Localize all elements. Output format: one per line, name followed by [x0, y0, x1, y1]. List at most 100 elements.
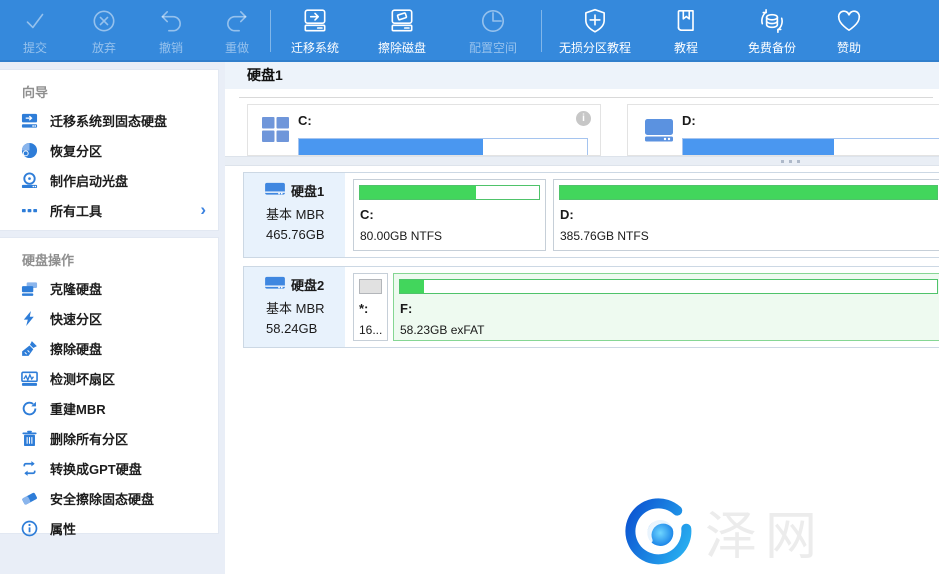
volume-usage-bar	[682, 138, 939, 156]
undo-button[interactable]: 撤销	[138, 0, 204, 62]
partition-d[interactable]: D: 385.76GB NTFS	[553, 179, 939, 251]
partition-usage-bar	[359, 279, 382, 294]
tab-disk1[interactable]: 硬盘1	[225, 62, 283, 88]
wipe-disk-label: 擦除磁盘	[378, 39, 426, 56]
partition-tutorial-button[interactable]: 无损分区教程	[542, 0, 648, 62]
sidebar-item-delete-all-partitions[interactable]: 删除所有分区	[0, 423, 218, 453]
sidebar-item-label: 删除所有分区	[50, 429, 128, 448]
watermark-logo-icon	[625, 497, 695, 567]
wipe-disk-button[interactable]: 擦除磁盘	[359, 0, 445, 62]
delete-partitions-icon	[21, 430, 38, 447]
partition-info: 385.76GB NTFS	[560, 229, 649, 243]
volume-usage-fill	[299, 139, 483, 156]
wipe-drive-icon	[21, 340, 38, 357]
partition-usage-fill	[360, 280, 381, 293]
discard-button[interactable]: 放弃	[70, 0, 138, 62]
secure-erase-icon	[21, 490, 38, 507]
sidebar-item-convert-gpt[interactable]: 转换成GPT硬盘	[0, 453, 218, 483]
sidebar-item-migrate-ssd[interactable]: 迁移系统到固态硬盘	[0, 105, 218, 135]
partition-letter: *:	[359, 301, 368, 316]
boot-disc-icon	[21, 172, 38, 189]
sidebar-item-all-tools[interactable]: 所有工具 ›	[0, 195, 218, 225]
discard-label: 放弃	[92, 39, 116, 56]
sponsor-button[interactable]: 赞助	[820, 0, 878, 62]
partition-unlabeled[interactable]: *: 16...	[353, 273, 388, 341]
main-area: 硬盘1 C: i D:	[225, 62, 939, 574]
sidebar-item-recover-partition[interactable]: 恢复分区	[0, 135, 218, 165]
commit-check-icon	[21, 6, 49, 36]
rebuild-mbr-icon	[21, 400, 38, 417]
redo-label: 重做	[225, 39, 249, 56]
partition-info: 80.00GB NTFS	[360, 229, 442, 243]
all-tools-icon	[21, 202, 38, 219]
sidebar-item-bad-sector[interactable]: 检测坏扇区	[0, 363, 218, 393]
disk-name: 硬盘1	[291, 181, 324, 200]
clone-disk-icon	[21, 280, 38, 297]
sidebar-item-properties[interactable]: 属性	[0, 513, 218, 543]
sidebar-item-quick-partition[interactable]: 快速分区	[0, 303, 218, 333]
sidebar-header-wizard: 向导	[0, 70, 218, 105]
volume-usage-fill	[683, 139, 834, 156]
disk-row-2[interactable]: 硬盘2 基本 MBR 58.24GB *: 16... F: 58.23GB e…	[243, 266, 939, 348]
sidebar-item-label: 所有工具	[50, 201, 102, 220]
disk1-info-panel[interactable]: 硬盘1 基本 MBR 465.76GB	[244, 173, 345, 257]
disk-size: 58.24GB	[256, 321, 345, 336]
free-backup-icon	[758, 6, 786, 36]
sidebar-item-label: 制作启动光盘	[50, 171, 128, 190]
disk2-info-panel[interactable]: 硬盘2 基本 MBR 58.24GB	[244, 267, 345, 347]
redo-button[interactable]: 重做	[204, 0, 270, 62]
discard-icon	[90, 6, 118, 36]
allocate-space-button[interactable]: 配置空间	[445, 0, 541, 62]
properties-icon	[21, 520, 38, 537]
disk-tab-strip: 硬盘1	[225, 62, 939, 89]
recover-partition-icon	[21, 142, 38, 159]
sidebar-item-boot-disc[interactable]: 制作启动光盘	[0, 165, 218, 195]
volume-usage-bar	[298, 138, 588, 156]
sponsor-icon	[835, 6, 863, 36]
sidebar-item-label: 转换成GPT硬盘	[50, 459, 142, 478]
sidebar-section-disk-operations: 硬盘操作 克隆硬盘 快速分区 擦除硬盘 检测坏扇区 重建MBR 删除所有分区 转…	[0, 238, 218, 533]
volume-card-c[interactable]: C: i	[247, 104, 601, 156]
disk-row-1[interactable]: 硬盘1 基本 MBR 465.76GB C: 80.00GB NTFS D: 3…	[243, 172, 939, 258]
migrate-system-icon	[301, 6, 329, 36]
disk-type: 基本 MBR	[256, 204, 345, 223]
disk-name: 硬盘2	[291, 275, 324, 294]
sidebar-item-secure-erase[interactable]: 安全擦除固态硬盘	[0, 483, 218, 513]
windows-logo-icon	[262, 117, 289, 142]
partition-info: 16...	[359, 323, 382, 337]
partition-letter: C:	[360, 207, 374, 222]
volume-letter: D:	[682, 113, 696, 128]
tutorial-button[interactable]: 教程	[648, 0, 724, 62]
partition-c[interactable]: C: 80.00GB NTFS	[353, 179, 546, 251]
partition-tutorial-icon	[581, 6, 609, 36]
free-backup-button[interactable]: 免费备份	[724, 0, 820, 62]
sidebar-item-rebuild-mbr[interactable]: 重建MBR	[0, 393, 218, 423]
toolbar: 提交 放弃 撤销 重做 迁移系统 擦除磁盘 配置空间 无损分区教程 教程 免费备…	[0, 0, 939, 62]
volume-card-d[interactable]: D:	[627, 104, 939, 156]
panel-splitter[interactable]	[225, 156, 939, 166]
free-backup-label: 免费备份	[748, 39, 796, 56]
disk-icon	[264, 182, 286, 200]
partition-usage-fill	[360, 186, 476, 199]
wipe-disk-icon	[388, 6, 416, 36]
partition-f-selected[interactable]: F: 58.23GB exFAT	[393, 273, 939, 341]
migrate-system-button[interactable]: 迁移系统	[271, 0, 359, 62]
partition-letter: D:	[560, 207, 574, 222]
disk-type: 基本 MBR	[256, 298, 345, 317]
sidebar-item-clone-disk[interactable]: 克隆硬盘	[0, 273, 218, 303]
info-icon[interactable]: i	[576, 111, 591, 126]
partition-letter: F:	[400, 301, 412, 316]
sidebar: 向导 迁移系统到固态硬盘 恢复分区 制作启动光盘 所有工具 › 硬盘操作 克隆硬…	[0, 62, 225, 574]
divider	[239, 97, 933, 98]
bad-sector-icon	[21, 370, 38, 387]
commit-button[interactable]: 提交	[0, 0, 70, 62]
sidebar-item-wipe-drive[interactable]: 擦除硬盘	[0, 333, 218, 363]
sidebar-item-label: 恢复分区	[50, 141, 102, 160]
sidebar-item-label: 检测坏扇区	[50, 369, 115, 388]
partition-tutorial-label: 无损分区教程	[559, 39, 631, 56]
sidebar-item-label: 克隆硬盘	[50, 279, 102, 298]
watermark-text: 泽网	[705, 494, 825, 569]
sidebar-item-label: 擦除硬盘	[50, 339, 102, 358]
commit-label: 提交	[23, 39, 47, 56]
partition-usage-fill	[400, 280, 424, 293]
